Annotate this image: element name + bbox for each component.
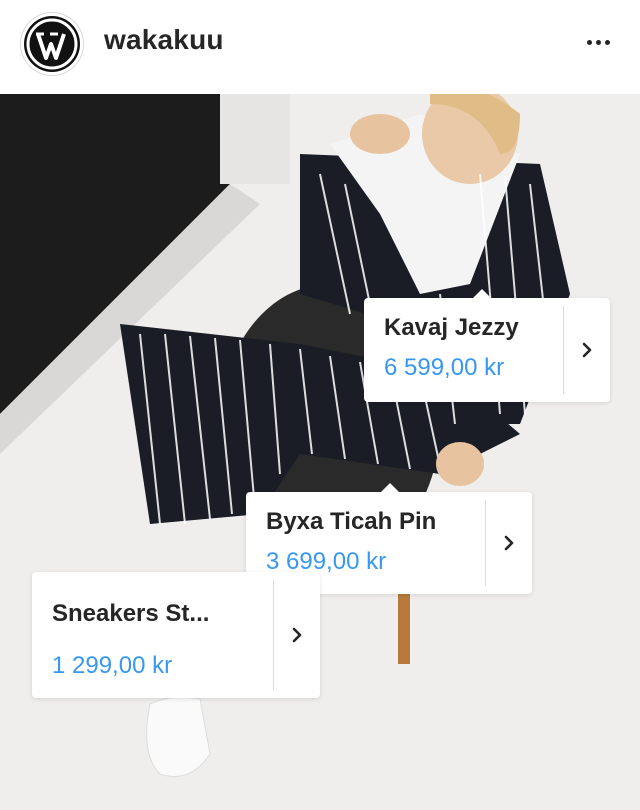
post-photo[interactable] [0, 94, 640, 810]
chevron-right-icon[interactable] [486, 492, 532, 594]
product-tag[interactable]: Kavaj Jezzy 6 599,00 kr [364, 289, 610, 402]
product-price: 1 299,00 kr [52, 652, 173, 679]
product-price: 3 699,00 kr [266, 548, 387, 575]
product-title: Sneakers St... [52, 600, 210, 627]
product-tag-info: Sneakers St... 1 299,00 kr [32, 572, 273, 698]
avatar[interactable] [20, 12, 84, 76]
wordpress-logo-icon [24, 16, 80, 72]
product-tag[interactable]: Sneakers St... 1 299,00 kr [32, 572, 320, 698]
product-price: 6 599,00 kr [384, 354, 505, 381]
product-tag-info: Kavaj Jezzy 6 599,00 kr [364, 298, 563, 402]
more-horizontal-icon[interactable] [578, 30, 618, 54]
username-link[interactable]: wakakuu [104, 24, 224, 56]
product-title: Kavaj Jezzy [384, 314, 519, 341]
post-header: wakakuu [0, 0, 640, 92]
chevron-right-icon[interactable] [274, 572, 320, 698]
product-title: Byxa Ticah Pin [266, 508, 437, 535]
chevron-right-icon[interactable] [564, 298, 610, 402]
